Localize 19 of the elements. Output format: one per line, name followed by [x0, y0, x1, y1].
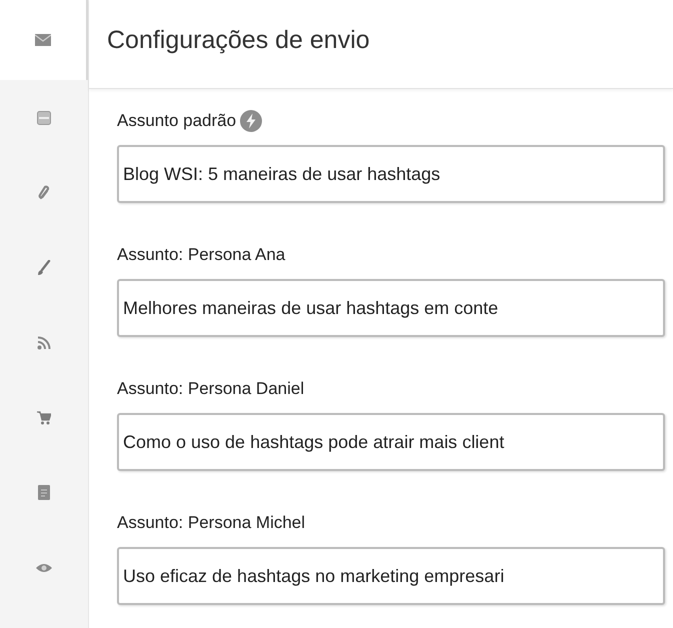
tray-icon: [37, 110, 51, 124]
subject-input[interactable]: Uso eficaz de hashtags no marketing empresari: [117, 547, 665, 605]
paperclip-icon: [38, 184, 50, 200]
field-label: Assunto: Persona Daniel: [117, 379, 304, 399]
sidebar-item[interactable]: [0, 0, 88, 80]
brush-icon: [37, 260, 51, 276]
eye-icon: [36, 562, 52, 572]
field-label: Assunto padrão: [117, 111, 236, 131]
section-title: Configurações de envio: [107, 26, 370, 56]
document-icon: [38, 485, 50, 500]
lightning-icon[interactable]: [240, 110, 262, 132]
subject-input[interactable]: Como o uso de hashtags pode atrair mais client: [117, 413, 665, 471]
subject-input[interactable]: Melhores maneiras de usar hashtags em conte: [117, 279, 665, 337]
rss-icon: [37, 336, 51, 350]
field-label: Assunto: Persona Michel: [117, 513, 306, 533]
envelope-icon: [35, 34, 51, 46]
cart-icon: [37, 410, 51, 424]
field-label: Assunto: Persona Ana: [117, 245, 286, 265]
subject-input[interactable]: Blog WSI: 5 maneiras de usar hashtags: [117, 145, 665, 203]
